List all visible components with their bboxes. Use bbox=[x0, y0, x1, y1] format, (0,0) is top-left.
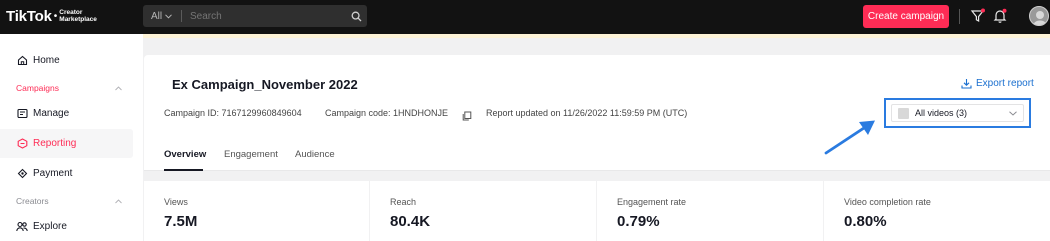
page-title: Ex Campaign_November 2022 bbox=[172, 77, 358, 92]
search-bar: All bbox=[143, 5, 367, 27]
stat-card-video-completion-rate[interactable]: Video completion rate 0.80% bbox=[824, 181, 1050, 241]
sidebar-item-label: Home bbox=[33, 55, 60, 66]
stat-value: 0.80% bbox=[844, 213, 887, 230]
tab-engagement[interactable]: Engagement bbox=[224, 149, 278, 160]
chevron-down-icon bbox=[165, 13, 172, 19]
explore-icon bbox=[16, 221, 28, 233]
sidebar-group-creators[interactable]: Creators bbox=[16, 196, 122, 206]
sidebar-item-manage[interactable]: Manage bbox=[0, 99, 133, 128]
chevron-up-icon bbox=[115, 198, 122, 203]
notice-banner bbox=[143, 34, 1050, 38]
logo-dot: • bbox=[53, 11, 58, 22]
tab-audience[interactable]: Audience bbox=[295, 149, 335, 160]
sidebar-item-home[interactable]: Home bbox=[0, 46, 133, 75]
reporting-icon bbox=[16, 138, 28, 150]
home-icon bbox=[16, 55, 28, 67]
video-thumbnail-icon bbox=[898, 107, 909, 119]
filter-icon[interactable] bbox=[970, 8, 986, 29]
sidebar-item-payment[interactable]: Payment bbox=[0, 159, 133, 188]
search-icon[interactable] bbox=[345, 11, 367, 22]
campaign-id: Campaign ID: 7167129960849604 bbox=[164, 108, 302, 118]
top-bar: TikTok • Creator Marketplace All Create … bbox=[0, 0, 1050, 34]
sidebar-item-label: Manage bbox=[33, 108, 70, 119]
user-avatar[interactable] bbox=[1029, 6, 1049, 26]
stat-value: 80.4K bbox=[390, 213, 431, 230]
logo-subtitle: Creator Marketplace bbox=[59, 9, 97, 23]
video-select-highlight: All videos (3) bbox=[884, 98, 1031, 128]
video-select-dropdown[interactable]: All videos (3) bbox=[891, 104, 1024, 122]
sidebar-item-label: Payment bbox=[33, 168, 73, 179]
report-updated-text: Report updated on 11/26/2022 11:59:59 PM… bbox=[486, 108, 688, 118]
search-input[interactable] bbox=[182, 10, 345, 22]
stat-label: Video completion rate bbox=[844, 197, 931, 207]
sidebar-group-label: Creators bbox=[16, 196, 49, 206]
stat-card-engagement-rate[interactable]: Engagement rate 0.79% bbox=[597, 181, 823, 241]
report-tabs bbox=[144, 140, 1050, 171]
topbar-divider bbox=[959, 9, 960, 24]
stat-card-reach[interactable]: Reach 80.4K bbox=[370, 181, 596, 241]
payment-icon bbox=[16, 168, 28, 180]
sidebar-group-label: Campaigns bbox=[16, 83, 59, 93]
chevron-down-icon bbox=[1009, 110, 1017, 116]
manage-icon bbox=[16, 108, 28, 120]
sidebar-item-label: Reporting bbox=[33, 138, 77, 149]
search-scope-label: All bbox=[151, 10, 163, 22]
tab-overview[interactable]: Overview bbox=[164, 149, 206, 160]
sidebar-item-reporting[interactable]: Reporting bbox=[0, 129, 133, 158]
notification-bell-icon[interactable] bbox=[992, 8, 1008, 29]
active-tab-indicator bbox=[164, 169, 203, 171]
search-scope-dropdown[interactable]: All bbox=[143, 11, 181, 22]
create-campaign-button[interactable]: Create campaign bbox=[863, 5, 949, 28]
stat-card-views[interactable]: Views 7.5M bbox=[144, 181, 369, 241]
copy-icon[interactable] bbox=[462, 108, 472, 126]
chevron-up-icon bbox=[115, 85, 122, 90]
logo-wordmark: TikTok bbox=[6, 8, 52, 25]
sidebar-item-label: Explore bbox=[33, 221, 67, 232]
sidebar-group-campaigns[interactable]: Campaigns bbox=[16, 83, 122, 93]
logo-subtitle-line2: Marketplace bbox=[59, 15, 97, 23]
stat-label: Engagement rate bbox=[617, 197, 687, 207]
video-select-label: All videos (3) bbox=[915, 108, 968, 118]
tiktok-logo[interactable]: TikTok • Creator Marketplace bbox=[6, 8, 97, 25]
export-report-button[interactable]: Export report bbox=[961, 78, 1034, 89]
stat-label: Reach bbox=[390, 197, 417, 207]
download-icon bbox=[961, 79, 972, 89]
export-report-label: Export report bbox=[976, 78, 1034, 89]
stat-value: 7.5M bbox=[164, 213, 198, 230]
sidebar: Home Campaigns Manage Reporting Payment … bbox=[0, 34, 143, 241]
stat-value: 0.79% bbox=[617, 213, 660, 230]
campaign-code: Campaign code: 1HNDHONJE bbox=[325, 108, 449, 118]
sidebar-item-explore[interactable]: Explore bbox=[0, 212, 133, 241]
stat-label: Views bbox=[164, 197, 188, 207]
